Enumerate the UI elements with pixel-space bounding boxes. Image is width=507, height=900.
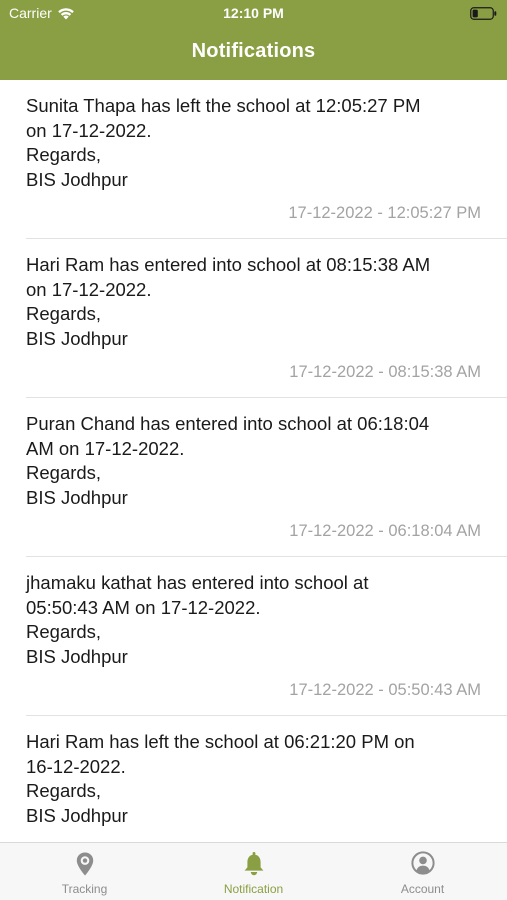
- location-pin-icon: [76, 852, 93, 876]
- user-icon: [410, 851, 435, 875]
- message-line: 16-12-2022.: [26, 755, 126, 777]
- notification-timestamp: 17-12-2022 - 06:18:04 AM: [289, 522, 481, 540]
- notification-message: Hari Ram has entered into school at 08:1…: [26, 253, 481, 351]
- message-line: Regards,: [26, 303, 102, 324]
- message-line: Hari Ram has left the school at 06:21:20…: [26, 731, 415, 752]
- message-line: Regards,: [26, 780, 102, 801]
- message-line: AM on 17-12-2022.: [26, 437, 185, 459]
- message-line: Regards,: [26, 144, 102, 165]
- notification-message: jhamaku kathat has entered into school a…: [26, 571, 481, 669]
- message-line: jhamaku kathat has entered into school a…: [26, 572, 369, 593]
- bell-icon: [244, 852, 263, 876]
- tab-tracking[interactable]: Tracking: [0, 843, 169, 900]
- notification-item[interactable]: jhamaku kathat has entered into school a…: [0, 557, 507, 716]
- tab-label: Notification: [223, 882, 284, 896]
- message-line: on 17-12-2022.: [26, 278, 152, 300]
- notification-timestamp: 17-12-2022 - 08:15:38 AM: [289, 363, 481, 381]
- notification-message: Sunita Thapa has left the school at 12:0…: [26, 94, 481, 192]
- notification-message: Hari Ram has left the school at 06:21:20…: [26, 730, 481, 828]
- message-line: BIS Jodhpur: [26, 804, 128, 826]
- clock: 12:10 PM: [223, 5, 284, 21]
- battery-icon: [470, 7, 497, 20]
- notification-message: Puran Chand has entered into school at 0…: [26, 412, 481, 510]
- message-line: Puran Chand has entered into school at 0…: [26, 413, 430, 434]
- tab-label: Account: [400, 882, 445, 896]
- notification-timestamp: 17-12-2022 - 12:05:27 PM: [288, 204, 481, 222]
- tab-bar: Tracking Notification Account: [0, 842, 507, 900]
- status-bar: Carrier 12:10 PM: [0, 0, 507, 30]
- notification-item[interactable]: Hari Ram has entered into school at 08:1…: [0, 239, 507, 398]
- message-line: on 17-12-2022.: [26, 119, 152, 141]
- tab-notification[interactable]: Notification: [169, 843, 338, 900]
- message-line: 05:50:43 AM on 17-12-2022.: [26, 596, 261, 618]
- notification-item[interactable]: Hari Ram has left the school at 06:21:20…: [0, 716, 507, 842]
- app-header: Carrier 12:10 PM Notifications: [0, 0, 507, 80]
- notification-item[interactable]: Sunita Thapa has left the school at 12:0…: [0, 80, 507, 239]
- message-line: Hari Ram has entered into school at 08:1…: [26, 254, 431, 275]
- message-line: BIS Jodhpur: [26, 486, 128, 508]
- message-line: BIS Jodhpur: [26, 327, 128, 349]
- notification-timestamp: 17-12-2022 - 05:50:43 AM: [289, 681, 481, 699]
- message-line: BIS Jodhpur: [26, 645, 128, 667]
- notification-item[interactable]: Puran Chand has entered into school at 0…: [0, 398, 507, 557]
- message-line: Regards,: [26, 621, 102, 642]
- notification-list[interactable]: Sunita Thapa has left the school at 12:0…: [0, 80, 507, 842]
- page-title: Notifications: [191, 40, 316, 62]
- message-line: Sunita Thapa has left the school at 12:0…: [26, 95, 421, 116]
- tab-account[interactable]: Account: [338, 843, 507, 900]
- message-line: Regards,: [26, 462, 102, 483]
- message-line: BIS Jodhpur: [26, 168, 128, 190]
- tab-label: Tracking: [61, 882, 108, 896]
